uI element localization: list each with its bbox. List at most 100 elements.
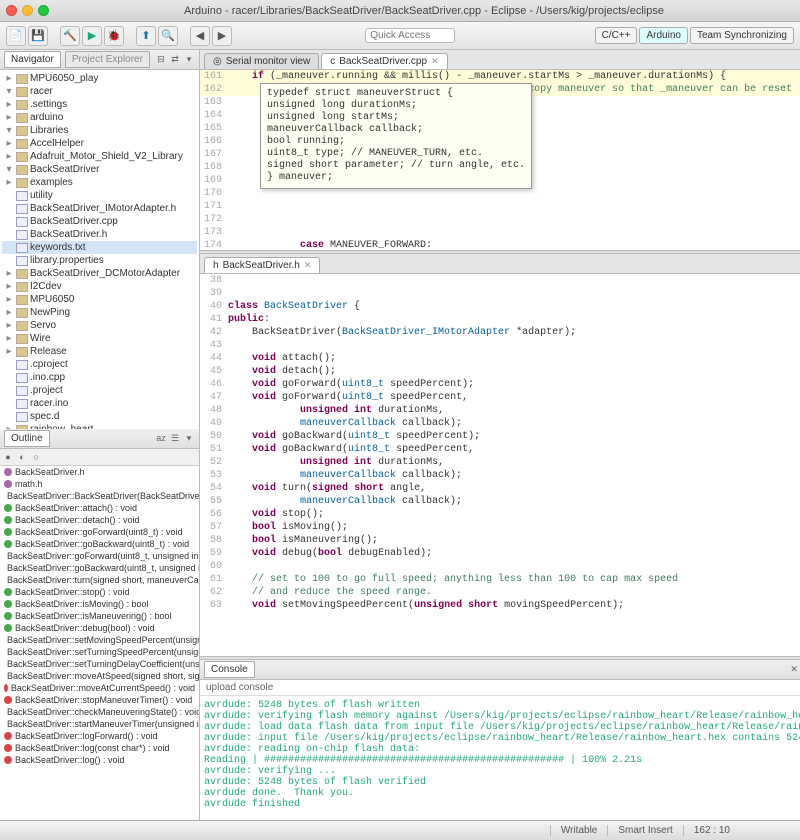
run-icon[interactable]: ▶	[82, 26, 102, 46]
upload-icon[interactable]: ⬆	[136, 26, 156, 46]
tree-item[interactable]: BackSeatDriver_IMotorAdapter.h	[2, 202, 197, 215]
editor1-code[interactable]: typedef struct maneuverStruct { unsigned…	[200, 70, 800, 250]
tree-item[interactable]: spec.d	[2, 410, 197, 423]
navigator-tree[interactable]: ▸MPU6050_play▾racer▸.settings▸arduino▾Li…	[0, 70, 199, 429]
outline-item[interactable]: BackSeatDriver::isMoving() : bool	[0, 598, 199, 610]
tree-item[interactable]: ▸arduino	[2, 111, 197, 124]
tree-item[interactable]: ▸.settings	[2, 98, 197, 111]
outline-item[interactable]: BackSeatDriver::goBackward(uint8_t) : vo…	[0, 538, 199, 550]
clear-console-icon[interactable]: ✕	[788, 664, 800, 676]
link-editor-icon[interactable]: ⇄	[169, 54, 181, 66]
tree-item[interactable]: ▸I2Cdev	[2, 280, 197, 293]
tree-item[interactable]: ▸AccelHelper	[2, 137, 197, 150]
tree-item[interactable]: ▸Wire	[2, 332, 197, 345]
tree-item[interactable]: ▾BackSeatDriver	[2, 163, 197, 176]
tree-item[interactable]: utility	[2, 189, 197, 202]
status-bar: Writable Smart Insert 162 : 10	[0, 820, 800, 840]
zoom-window-button[interactable]	[38, 5, 49, 16]
tree-item[interactable]: BackSeatDriver.cpp	[2, 215, 197, 228]
tree-item[interactable]: ▸examples	[2, 176, 197, 189]
search-icon[interactable]: 🔍	[158, 26, 178, 46]
outline-item[interactable]: BackSeatDriver::setTurningDelayCoefficie…	[0, 658, 199, 670]
tree-item[interactable]: ▸Servo	[2, 319, 197, 332]
debug-icon[interactable]: 🐞	[104, 26, 124, 46]
window-titlebar: Arduino - racer/Libraries/BackSeatDriver…	[0, 0, 800, 22]
perspective-cpp[interactable]: C/C++	[595, 27, 638, 44]
tree-item[interactable]: keywords.txt	[2, 241, 197, 254]
tab-navigator[interactable]: Navigator	[4, 51, 61, 68]
outline-item[interactable]: BackSeatDriver.h	[0, 466, 199, 478]
outline-item[interactable]: BackSeatDriver::debug(bool) : void	[0, 622, 199, 634]
tree-item[interactable]: ▸MPU6050_play	[2, 72, 197, 85]
outline-item[interactable]: BackSeatDriver::goForward(uint8_t) : voi…	[0, 526, 199, 538]
tab-console[interactable]: Console	[204, 661, 255, 678]
tree-item[interactable]: ▸BackSeatDriver_DCMotorAdapter	[2, 267, 197, 280]
tree-item[interactable]: library.properties	[2, 254, 197, 267]
outline-item[interactable]: BackSeatDriver::turn(signed short, maneu…	[0, 574, 199, 586]
outline-item[interactable]: BackSeatDriver::attach() : void	[0, 502, 199, 514]
outline-item[interactable]: BackSeatDriver::logForward() : void	[0, 730, 199, 742]
filter-icon[interactable]: ☰	[169, 432, 181, 444]
minimize-window-button[interactable]	[22, 5, 33, 16]
outline-item[interactable]: math.h	[0, 478, 199, 490]
tree-item[interactable]: ▸MPU6050	[2, 293, 197, 306]
menu-icon[interactable]: ▾	[183, 54, 195, 66]
perspective-team[interactable]: Team Synchronizing	[690, 27, 794, 44]
outline-toolbar: ● ◐ ○	[0, 449, 199, 466]
close-window-button[interactable]	[6, 5, 17, 16]
outline-item[interactable]: BackSeatDriver::goBackward(uint8_t, unsi…	[0, 562, 199, 574]
outline-item[interactable]: BackSeatDriver::moveAtSpeed(signed short…	[0, 670, 199, 682]
tab-outline[interactable]: Outline	[4, 430, 50, 447]
close-tab-icon[interactable]: ✕	[304, 260, 312, 271]
collapse-all-icon[interactable]: ⊟	[155, 54, 167, 66]
public-filter-icon[interactable]: ○	[30, 451, 42, 463]
new-icon[interactable]: 📄	[6, 26, 26, 46]
outline-item[interactable]: BackSeatDriver::setTurningSpeedPercent(u…	[0, 646, 199, 658]
back-icon[interactable]: ◀	[190, 26, 210, 46]
tree-item[interactable]: racer.ino	[2, 397, 197, 410]
menu-icon[interactable]: ▾	[183, 432, 195, 444]
save-icon[interactable]: 💾	[28, 26, 48, 46]
tab-backseatdriver-h[interactable]: h BackSeatDriver.h ✕	[204, 257, 320, 273]
outline-item[interactable]: BackSeatDriver::log() : void	[0, 754, 199, 766]
tree-item[interactable]: .project	[2, 384, 197, 397]
field-filter-icon[interactable]: ●	[2, 451, 14, 463]
tab-backseatdriver-cpp[interactable]: c BackSeatDriver.cpp ✕	[321, 53, 447, 69]
sort-icon[interactable]: az	[155, 432, 167, 444]
quick-access-input[interactable]	[365, 28, 455, 43]
outline-item[interactable]: BackSeatDriver::log(const char*) : void	[0, 742, 199, 754]
tree-item[interactable]: ▸Release	[2, 345, 197, 358]
forward-icon[interactable]: ▶	[212, 26, 232, 46]
outline-item[interactable]: BackSeatDriver::stopManeuverTimer() : vo…	[0, 694, 199, 706]
outline-item[interactable]: BackSeatDriver::moveAtCurrentSpeed() : v…	[0, 682, 199, 694]
outline-item[interactable]: BackSeatDriver::checkManeuveringState() …	[0, 706, 199, 718]
window-controls	[6, 5, 49, 16]
tab-project-explorer[interactable]: Project Explorer	[65, 51, 150, 68]
editor2-code[interactable]: 38 39 40class BackSeatDriver {41public:4…	[200, 274, 800, 656]
outline-item[interactable]: BackSeatDriver::isManeuvering() : bool	[0, 610, 199, 622]
tab-serial-monitor[interactable]: ◎ Serial monitor view	[204, 53, 319, 69]
outline-item[interactable]: BackSeatDriver::BackSeatDriver(BackSeatD…	[0, 490, 199, 502]
tree-item[interactable]: ▾racer	[2, 85, 197, 98]
tree-item[interactable]: .cproject	[2, 358, 197, 371]
perspective-arduino[interactable]: Arduino	[639, 27, 687, 44]
outline-item[interactable]: BackSeatDriver::detach() : void	[0, 514, 199, 526]
quick-access[interactable]	[365, 28, 455, 43]
outline-item[interactable]: BackSeatDriver::stop() : void	[0, 586, 199, 598]
static-filter-icon[interactable]: ◐	[16, 451, 28, 463]
tree-item[interactable]: .ino.cpp	[2, 371, 197, 384]
tree-item[interactable]: ▸Adafruit_Motor_Shield_V2_Library	[2, 150, 197, 163]
outline-list[interactable]: BackSeatDriver.hmath.hBackSeatDriver::Ba…	[0, 466, 199, 821]
tree-item[interactable]: ▾Libraries	[2, 124, 197, 137]
outline-item[interactable]: BackSeatDriver::setMovingSpeedPercent(un…	[0, 634, 199, 646]
tree-item[interactable]: ▸NewPing	[2, 306, 197, 319]
outline-item[interactable]: BackSeatDriver::goForward(uint8_t, unsig…	[0, 550, 199, 562]
navigator-header: Navigator Project Explorer ⊟ ⇄ ▾	[0, 50, 199, 70]
outline-item[interactable]: BackSeatDriver::startManeuverTimer(unsig…	[0, 718, 199, 730]
status-insert-mode: Smart Insert	[607, 825, 682, 836]
console-output[interactable]: avrdude: 5248 bytes of flash writtenavrd…	[200, 696, 800, 820]
console-header: Console ✕ 🔒 📌 ▭ _ □	[200, 660, 800, 680]
tree-item[interactable]: BackSeatDriver.h	[2, 228, 197, 241]
close-tab-icon[interactable]: ✕	[431, 56, 439, 67]
build-icon[interactable]: 🔨	[60, 26, 80, 46]
